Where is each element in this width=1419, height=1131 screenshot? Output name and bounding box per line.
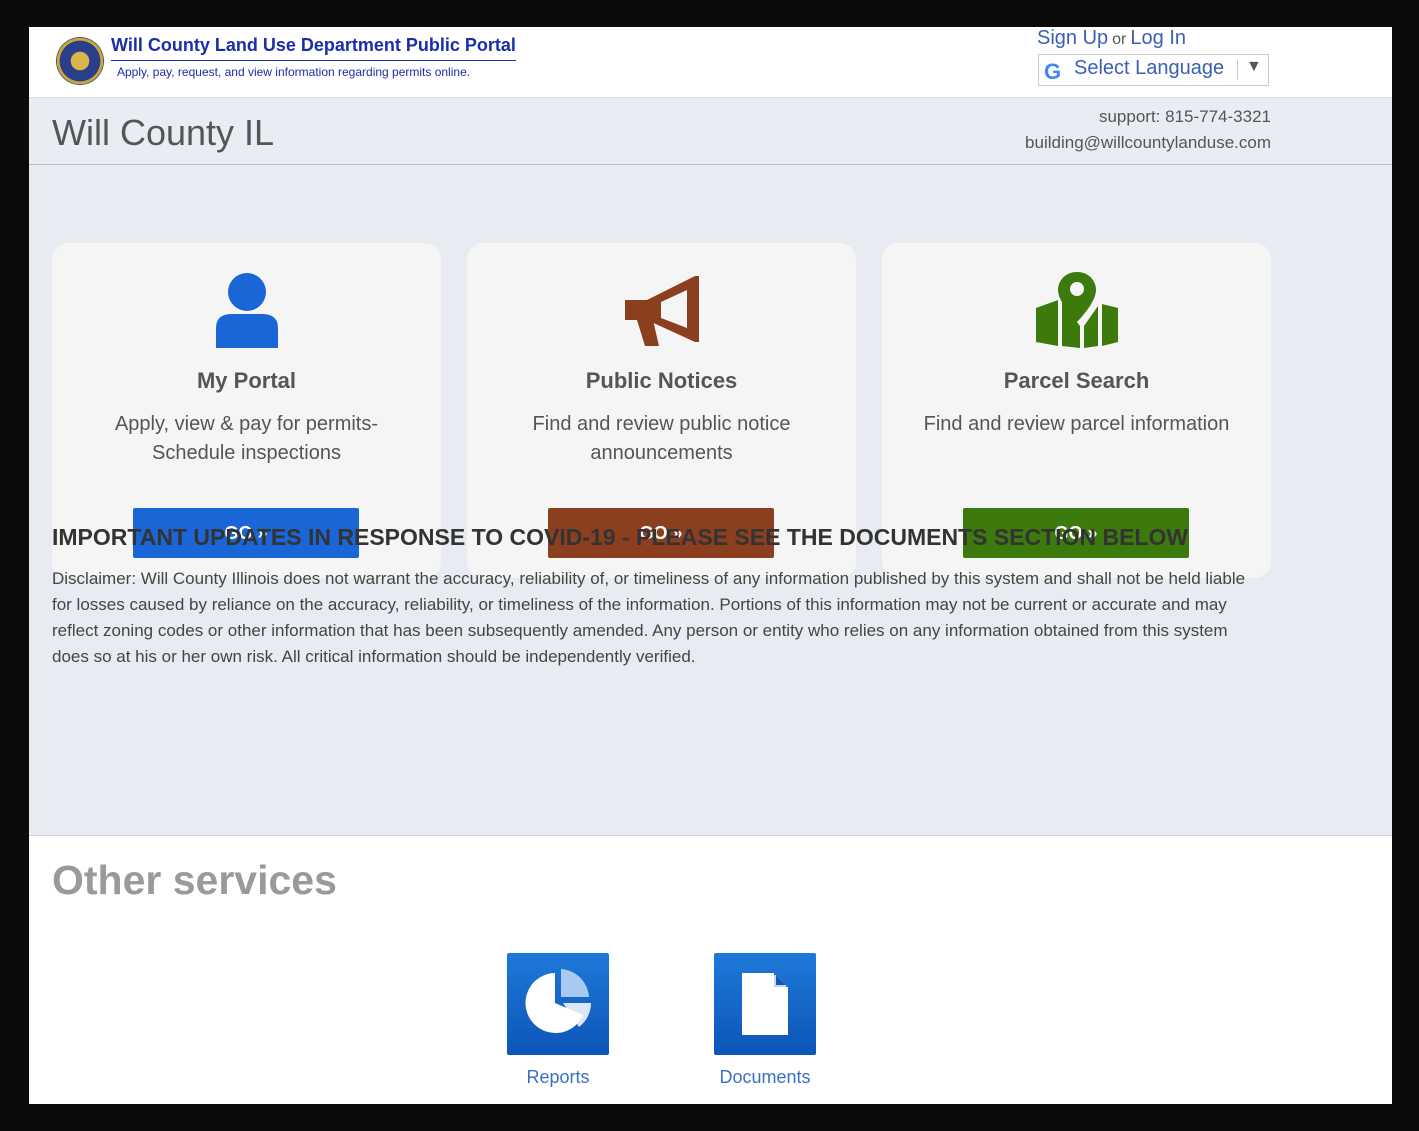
reports-link[interactable]: Reports: [478, 1067, 638, 1088]
document-icon: [742, 973, 788, 1035]
card-description-line: Apply, view & pay for permits-: [114, 413, 379, 435]
card-description: Find and review parcel information: [912, 410, 1241, 439]
card-title: My Portal: [196, 368, 297, 393]
portal-title[interactable]: Will County Land Use Department Public P…: [111, 35, 516, 56]
language-divider: [1237, 60, 1238, 80]
card-description-line: Find and review public notice: [532, 413, 791, 435]
map-pin-icon: [1036, 272, 1118, 348]
county-band: Will County IL support: 815-774-3321 bui…: [29, 97, 1392, 165]
title-underline: [111, 60, 516, 61]
log-in-link[interactable]: Log In: [1130, 27, 1186, 49]
main-section: My Portal Apply, view & pay for permits-…: [29, 165, 1392, 836]
auth-links: Sign Up or Log In: [1037, 27, 1186, 50]
sign-up-link[interactable]: Sign Up: [1037, 27, 1108, 49]
other-services-title: Other services: [52, 857, 337, 903]
card-description: Find and review public notice announceme…: [497, 410, 826, 468]
pie-chart-icon: [525, 969, 591, 1033]
county-name: Will County IL: [52, 112, 275, 153]
documents-tile[interactable]: [714, 953, 816, 1055]
covid-heading: IMPORTANT UPDATES IN RESPONSE TO COVID-1…: [52, 524, 1189, 550]
card-description-line: Find and review parcel information: [923, 413, 1230, 435]
support-phone: support: 815-774-3321: [1098, 107, 1271, 126]
county-seal-logo[interactable]: [57, 38, 103, 84]
card-title: Parcel Search: [1003, 368, 1150, 393]
card-description-line: Schedule inspections: [151, 442, 341, 464]
dropdown-arrow-icon[interactable]: ▼: [1246, 58, 1262, 76]
or-text: or: [1112, 31, 1127, 48]
card-description-line: announcements: [590, 442, 733, 464]
portal-subtitle: Apply, pay, request, and view informatio…: [117, 65, 471, 79]
language-label[interactable]: Select Language: [1074, 57, 1224, 80]
megaphone-icon: [625, 276, 699, 346]
disclaimer-text: Disclaimer: Will County Illinois does no…: [52, 569, 1246, 666]
reports-tile[interactable]: [507, 953, 609, 1055]
support-email[interactable]: building@willcountylanduse.com: [1025, 133, 1271, 153]
user-icon: [216, 273, 278, 348]
documents-link[interactable]: Documents: [685, 1067, 845, 1088]
page-frame: Will County Land Use Department Public P…: [29, 27, 1392, 1104]
card-title: Public Notices: [585, 368, 738, 393]
google-translate-icon: G: [1044, 59, 1062, 84]
language-selector[interactable]: G Select Language ▼: [1038, 54, 1269, 86]
card-description: Apply, view & pay for permits- Schedule …: [82, 410, 411, 468]
